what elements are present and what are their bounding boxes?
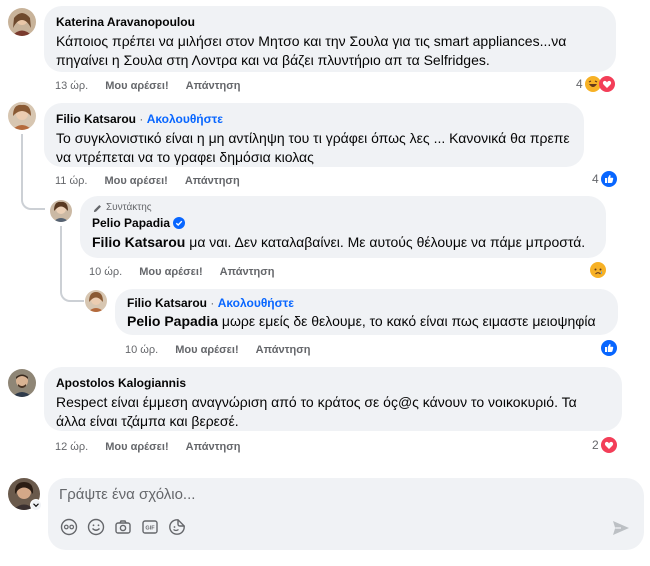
sad-icon xyxy=(590,262,606,278)
comment-bubble: Katerina Aravanopoulou Κάποιος πρέπει να… xyxy=(44,6,616,72)
like-button[interactable]: Μου αρέσει! xyxy=(175,344,238,356)
follow-button[interactable]: Ακολουθήστε xyxy=(147,112,223,126)
account-switch-chevron[interactable] xyxy=(30,499,42,511)
avatar-sticker-icon[interactable] xyxy=(60,518,78,536)
comment-text: μωρε εμείς δε θελουμε, το κακό είναι πως… xyxy=(218,313,596,329)
comment-time[interactable]: 12 ώρ. xyxy=(55,441,88,453)
reply-button[interactable]: Απάντηση xyxy=(186,80,241,92)
comment-bubble: Συντάκτης Pelio Papadia Filio Katsarou μ… xyxy=(80,196,606,258)
mention-link[interactable]: Pelio Papadia xyxy=(127,313,218,329)
avatar[interactable] xyxy=(50,200,72,222)
comment-time[interactable]: 10 ώρ. xyxy=(89,266,122,278)
comment-author[interactable]: Filio Katsarou xyxy=(127,296,207,310)
svg-text:GIF: GIF xyxy=(145,526,155,532)
avatar[interactable] xyxy=(85,290,107,312)
follow-button[interactable]: Ακολουθήστε xyxy=(218,296,294,310)
like-button[interactable]: Μου αρέσει! xyxy=(105,441,168,453)
reaction-count: 2 xyxy=(592,438,599,452)
comment-actions: 13 ώρ. Μου αρέσει! Απάντηση xyxy=(55,79,254,93)
comment-author[interactable]: Katerina Aravanopoulou xyxy=(56,14,604,30)
author-badge: Συντάκτης xyxy=(92,202,594,214)
separator-dot: · xyxy=(136,112,147,126)
reply-thread-line xyxy=(21,134,45,210)
gif-icon[interactable]: GIF xyxy=(141,518,159,536)
comment-time[interactable]: 13 ώρ. xyxy=(55,80,88,92)
sticker-icon[interactable] xyxy=(168,518,186,536)
comment-actions: 10 ώρ. Μου αρέσει! Απάντηση xyxy=(89,265,288,279)
comment-input[interactable]: Γράψτε ένα σχόλιο... xyxy=(59,486,195,503)
comment-author[interactable]: Apostolos Kalogiannis xyxy=(56,375,610,391)
comment-bubble: Apostolos Kalogiannis Respect είναι έμμε… xyxy=(44,367,622,431)
comment-actions: 10 ώρ. Μου αρέσει! Απάντηση xyxy=(125,343,324,357)
pencil-icon xyxy=(93,204,101,212)
mention-link[interactable]: Filio Katsarou xyxy=(92,234,185,250)
reply-button[interactable]: Απάντηση xyxy=(185,175,240,187)
camera-icon[interactable] xyxy=(114,518,132,536)
reaction-summary[interactable] xyxy=(590,262,606,278)
comment-bubble: Filio Katsarou · Ακολουθήστε Pelio Papad… xyxy=(115,289,618,335)
avatar[interactable] xyxy=(8,8,36,36)
reaction-summary[interactable]: 2 xyxy=(592,437,617,453)
like-button[interactable]: Μου αρέσει! xyxy=(104,175,167,187)
love-icon xyxy=(600,437,617,453)
comment-text: μα ναι. Δεν καταλαβαίνει. Με αυτούς θέλο… xyxy=(185,234,586,250)
reaction-summary[interactable]: 4 xyxy=(576,76,615,92)
chevron-down-icon xyxy=(33,503,39,508)
composer-toolbar: GIF xyxy=(60,518,186,536)
reply-button[interactable]: Απάντηση xyxy=(256,344,311,356)
reaction-count: 4 xyxy=(576,77,583,91)
reaction-count: 4 xyxy=(592,172,599,186)
send-icon[interactable] xyxy=(612,520,630,536)
comment-author[interactable]: Pelio Papadia xyxy=(92,216,170,230)
like-icon xyxy=(600,171,617,187)
comment-author[interactable]: Filio Katsarou xyxy=(56,112,136,126)
comment-actions: 12 ώρ. Μου αρέσει! Απάντηση xyxy=(55,440,254,454)
reaction-summary[interactable]: 4 xyxy=(592,171,617,187)
avatar[interactable] xyxy=(8,369,36,397)
comment-text: Respect είναι έμμεση αναγνώριση από το κ… xyxy=(56,394,577,429)
emoji-icon[interactable] xyxy=(87,518,105,536)
comment-time[interactable]: 11 ώρ. xyxy=(55,175,87,187)
comment-composer[interactable]: Γράψτε ένα σχόλιο... GIF xyxy=(48,478,644,550)
separator-dot: · xyxy=(207,296,218,310)
avatar[interactable] xyxy=(8,102,36,130)
comment-actions: 11 ώρ. Μου αρέσει! Απάντηση xyxy=(55,174,254,188)
author-badge-label: Συντάκτης xyxy=(106,202,152,213)
comment-text: Το συγκλονιστικό είναι η μη αντίληψη του… xyxy=(56,130,570,165)
verified-icon xyxy=(173,217,186,229)
reply-button[interactable]: Απάντηση xyxy=(220,266,275,278)
reply-button[interactable]: Απάντηση xyxy=(186,441,241,453)
like-button[interactable]: Μου αρέσει! xyxy=(139,266,202,278)
reaction-summary[interactable] xyxy=(601,340,617,356)
like-button[interactable]: Μου αρέσει! xyxy=(105,80,168,92)
comment-text: Κάποιος πρέπει να μιλήσει στον Μητσο και… xyxy=(56,33,567,68)
love-icon xyxy=(598,76,615,92)
like-icon xyxy=(601,340,617,356)
comment-bubble: Filio Katsarou · Ακολουθήστε Το συγκλονι… xyxy=(44,103,584,167)
comment-time[interactable]: 10 ώρ. xyxy=(125,344,158,356)
